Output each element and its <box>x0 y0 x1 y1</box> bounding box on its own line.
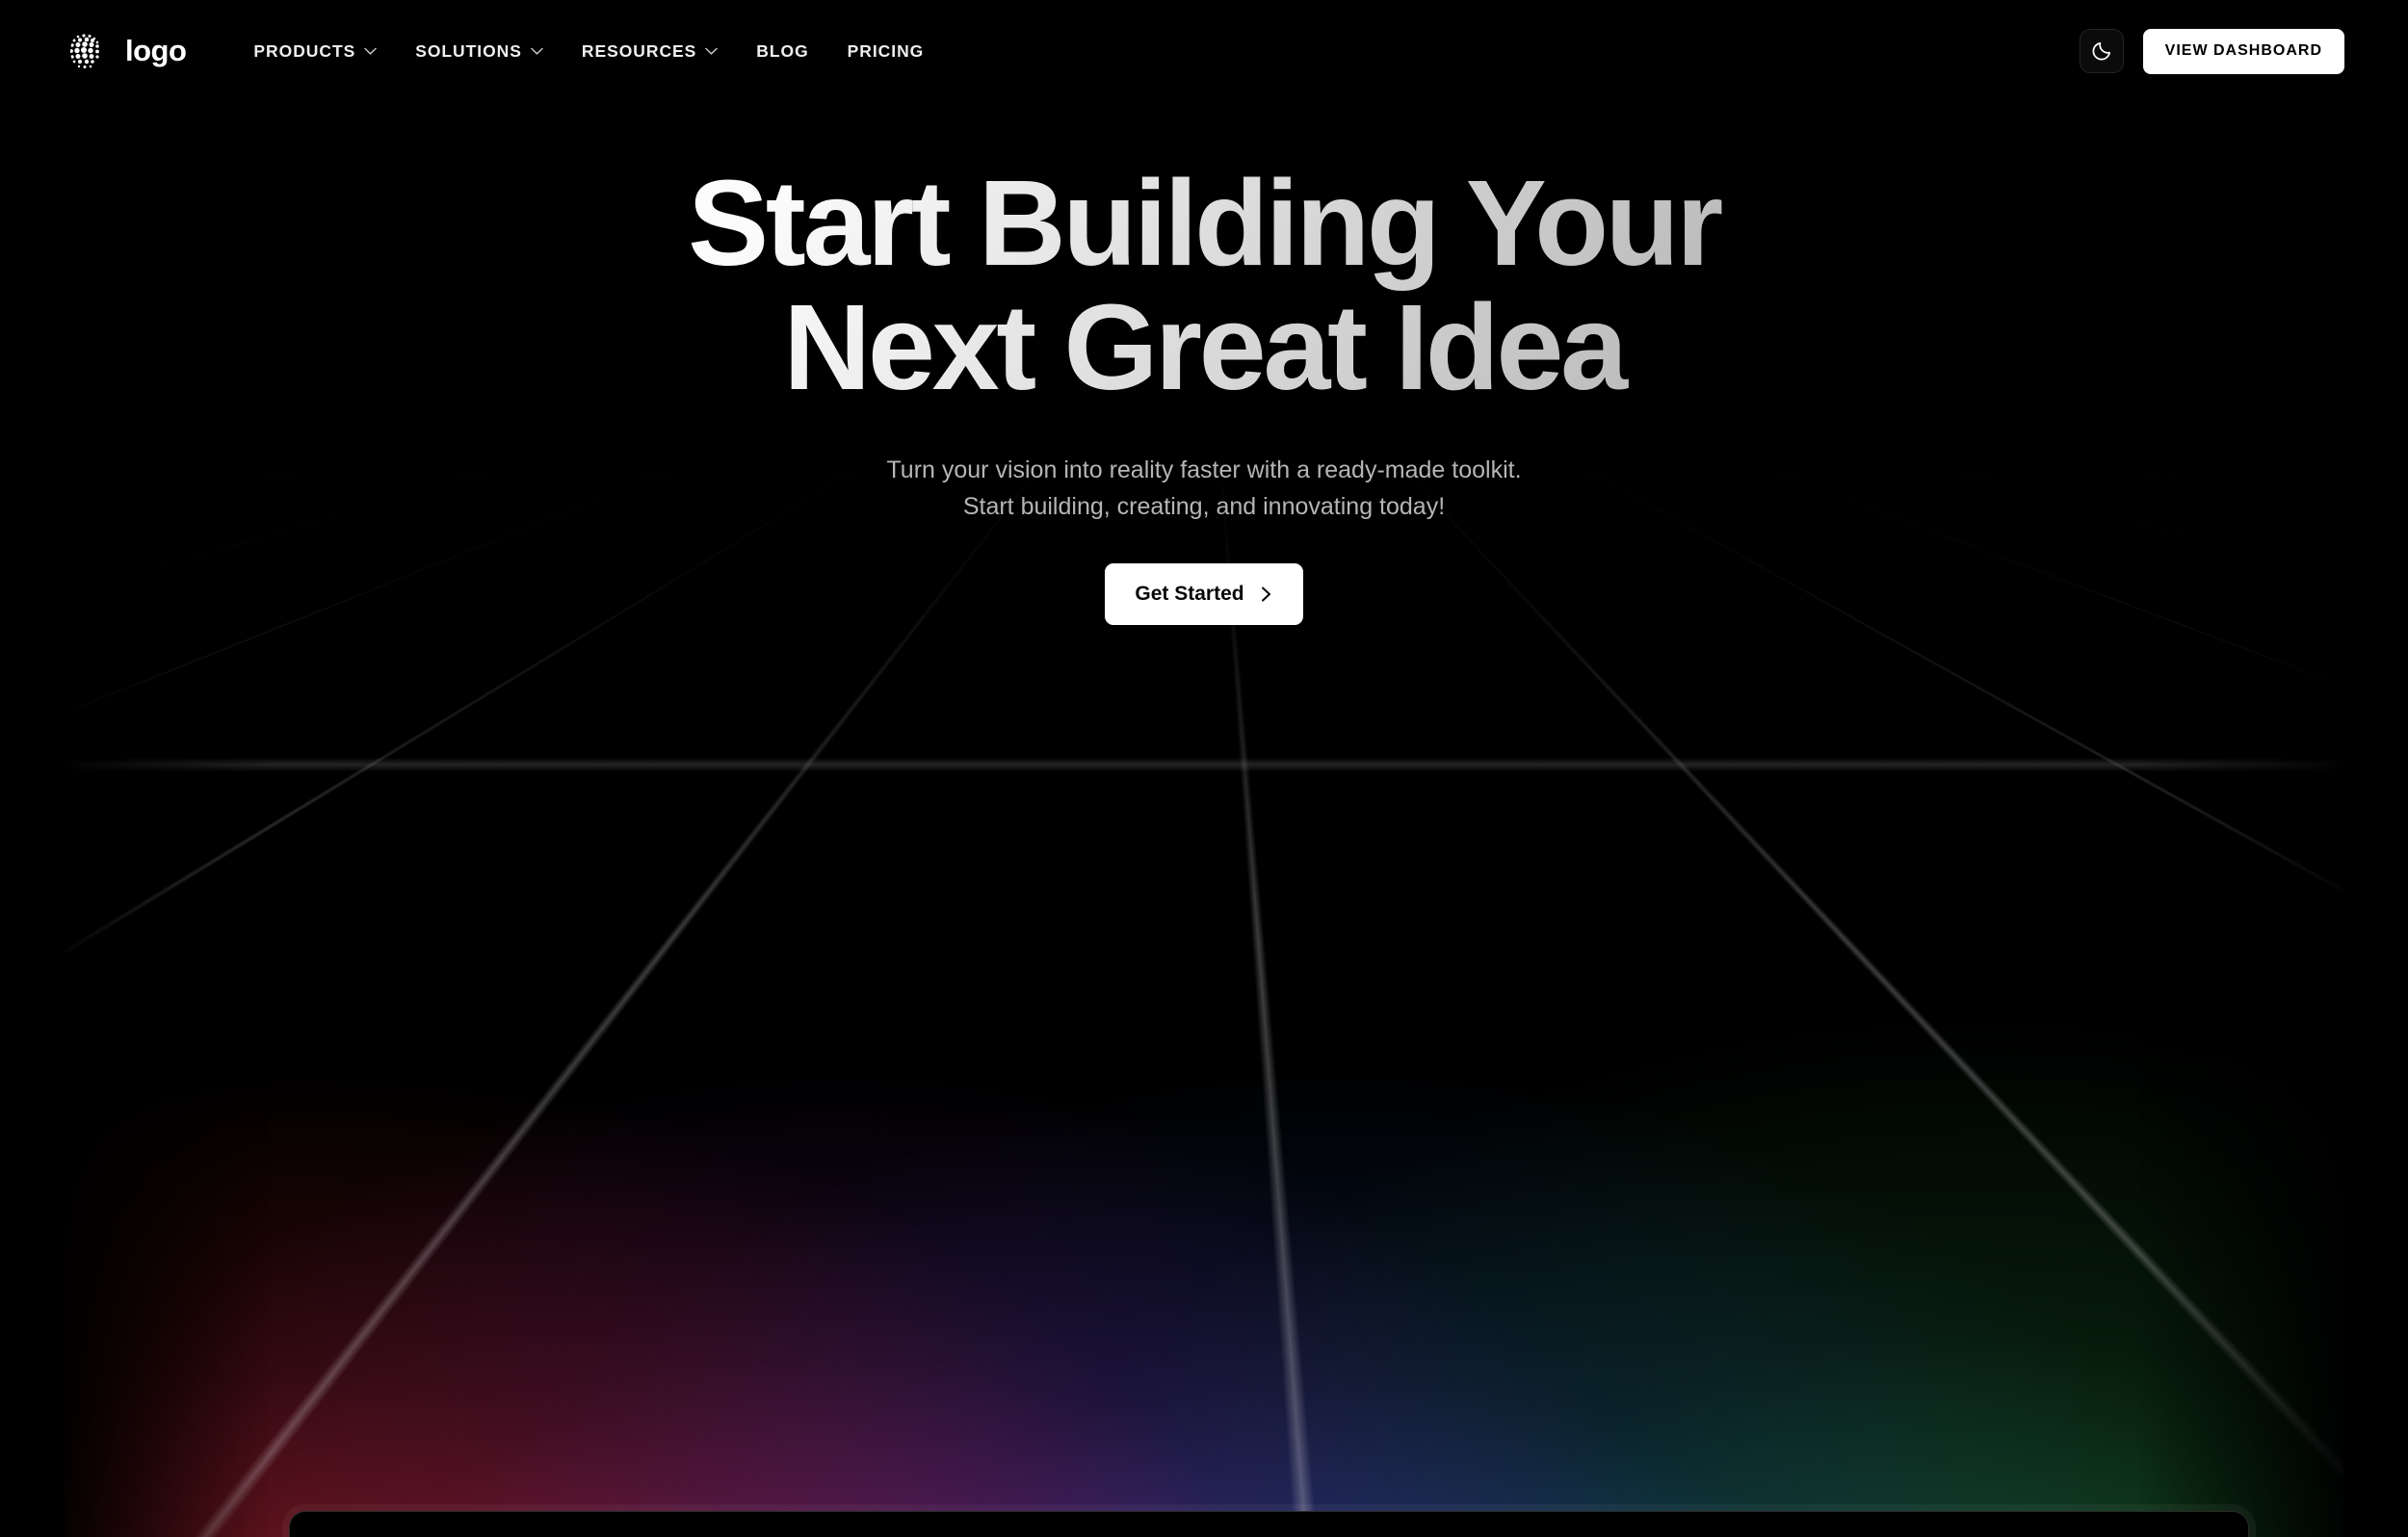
nav-label: RESOURCES <box>581 40 697 61</box>
moon-icon <box>2092 41 2111 60</box>
brand-name: logo <box>125 34 187 67</box>
chevron-down-icon <box>364 47 377 55</box>
nav-item-blog[interactable]: BLOG <box>737 32 827 71</box>
view-dashboard-button[interactable]: VIEW DASHBOARD <box>2142 28 2344 74</box>
top-navigation-bar: logo PRODUCTS SOLUTIONS RESOURCES BLOG P… <box>0 0 2408 102</box>
hero-cta-wrap: Get Started <box>65 563 2343 626</box>
hero-headline-line-1: Start Building Your <box>688 155 1720 291</box>
halftone-globe-icon <box>65 29 109 73</box>
hero-subtitle-line-1: Turn your vision into reality faster wit… <box>886 456 1522 484</box>
theme-toggle-button[interactable] <box>2079 29 2124 73</box>
brand-logo[interactable]: logo <box>65 29 187 73</box>
nav-item-solutions[interactable]: SOLUTIONS <box>396 32 563 71</box>
hero-subtitle-line-2: Start building, creating, and innovating… <box>962 493 1446 521</box>
chevron-down-icon <box>705 47 719 55</box>
hero-headline-line-2: Next Great Idea <box>783 278 1625 415</box>
nav-item-products[interactable]: PRODUCTS <box>234 32 396 71</box>
nav-item-pricing[interactable]: PRICING <box>828 32 944 71</box>
nav-label: PRODUCTS <box>253 40 356 61</box>
hero-headline: Start Building Your Next Great Idea <box>65 162 2343 409</box>
get-started-label: Get Started <box>1135 583 1244 606</box>
hero-content: Start Building Your Next Great Idea Turn… <box>65 102 2343 626</box>
dashboard-preview-panel: Type to search Feedback Changelog Help D… <box>289 1511 2249 1537</box>
hero-section: Start Building Your Next Great Idea Turn… <box>65 102 2343 1537</box>
hero-subtitle: Turn your vision into reality faster wit… <box>65 452 2343 525</box>
nav-label: BLOG <box>756 40 809 61</box>
nav-label: SOLUTIONS <box>415 40 522 61</box>
chevron-down-icon <box>531 47 543 55</box>
get-started-button[interactable]: Get Started <box>1105 563 1303 626</box>
nav-item-resources[interactable]: RESOURCES <box>563 32 737 71</box>
nav-label: PRICING <box>847 40 925 61</box>
chevron-right-icon <box>1261 586 1270 602</box>
nav-actions: VIEW DASHBOARD <box>2079 28 2344 74</box>
dashboard-header: Type to search Feedback Changelog Help D… <box>290 1512 2248 1537</box>
primary-nav: PRODUCTS SOLUTIONS RESOURCES BLOG PRICIN… <box>234 32 943 71</box>
